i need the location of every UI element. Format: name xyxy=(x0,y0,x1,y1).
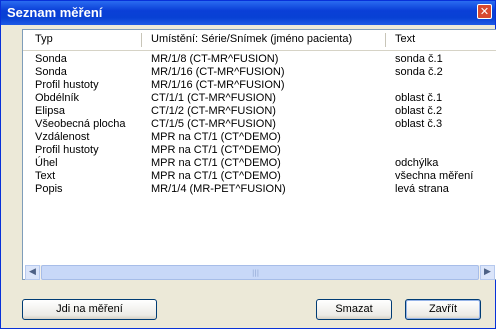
cell-type: Profil hustoty xyxy=(35,144,99,156)
cell-text: oblast č.2 xyxy=(395,105,443,117)
cell-type: Obdélník xyxy=(35,92,80,104)
cell-type: Popis xyxy=(35,183,63,195)
cell-type: Vzdálenost xyxy=(35,131,90,143)
arrow-left-icon[interactable]: ◀ xyxy=(25,265,40,280)
cell-location: MPR na CT/1 (CT^DEMO) xyxy=(151,157,281,169)
cell-text: oblast č.3 xyxy=(395,118,443,130)
go-to-measurement-button[interactable]: Jdi na měření xyxy=(22,299,157,320)
cell-location: CT/1/2 (CT-MR^FUSION) xyxy=(151,105,276,117)
cell-type: Všeobecná plocha xyxy=(35,118,126,130)
measurement-list-dialog: Seznam měření ✕ Typ Umístění: Série/Sním… xyxy=(0,0,496,329)
cell-location: MR/1/16 (CT-MR^FUSION) xyxy=(151,66,285,78)
table-row[interactable]: Text MPR na CT/1 (CT^DEMO) všechna měření xyxy=(23,170,496,182)
cell-text: odchýlka xyxy=(395,157,439,169)
table-row[interactable]: Obdélník CT/1/1 (CT-MR^FUSION) oblast č.1 xyxy=(23,92,496,104)
table-row[interactable]: Úhel MPR na CT/1 (CT^DEMO) odchýlka xyxy=(23,157,496,169)
table-row[interactable]: Sonda MR/1/8 (CT-MR^FUSION) sonda č.1 xyxy=(23,53,496,65)
window-title: Seznam měření xyxy=(7,5,103,20)
column-separator[interactable] xyxy=(141,33,142,47)
cell-type: Profil hustoty xyxy=(35,79,99,91)
grip-icon: ||| xyxy=(252,269,260,277)
delete-button[interactable]: Smazat xyxy=(316,299,392,320)
cell-location: MPR na CT/1 (CT^DEMO) xyxy=(151,170,281,182)
cell-text: sonda č.2 xyxy=(395,66,443,78)
cell-location: MR/1/8 (CT-MR^FUSION) xyxy=(151,53,279,65)
close-icon[interactable]: ✕ xyxy=(477,4,492,19)
measurement-list[interactable]: Typ Umístění: Série/Snímek (jméno pacien… xyxy=(22,29,496,280)
column-separator[interactable] xyxy=(385,33,386,47)
cell-type: Elipsa xyxy=(35,105,65,117)
cell-text: sonda č.1 xyxy=(395,53,443,65)
column-header-text[interactable]: Text xyxy=(395,33,415,45)
title-bar: Seznam měření ✕ xyxy=(1,1,495,25)
table-row[interactable]: Elipsa CT/1/2 (CT-MR^FUSION) oblast č.2 xyxy=(23,105,496,117)
cell-location: MR/1/4 (MR-PET^FUSION) xyxy=(151,183,286,195)
cell-location: CT/1/5 (CT-MR^FUSION) xyxy=(151,118,276,130)
table-row[interactable]: Sonda MR/1/16 (CT-MR^FUSION) sonda č.2 xyxy=(23,66,496,78)
table-row[interactable]: Profil hustoty MR/1/16 (CT-MR^FUSION) xyxy=(23,79,496,91)
cell-text: oblast č.1 xyxy=(395,92,443,104)
table-row[interactable]: Všeobecná plocha CT/1/5 (CT-MR^FUSION) obl… xyxy=(23,118,496,130)
arrow-right-icon[interactable]: ▶ xyxy=(480,265,495,280)
table-row[interactable]: Vzdálenost MPR na CT/1 (CT^DEMO) xyxy=(23,131,496,143)
cell-location: MPR na CT/1 (CT^DEMO) xyxy=(151,131,281,143)
cell-type: Sonda xyxy=(35,53,67,65)
cell-text: všechna měření xyxy=(395,170,474,182)
cell-location: MR/1/16 (CT-MR^FUSION) xyxy=(151,79,285,91)
column-header-typ[interactable]: Typ xyxy=(35,33,53,45)
horizontal-scrollbar[interactable]: ◀ ||| ▶ xyxy=(25,265,495,280)
list-header: Typ Umístění: Série/Snímek (jméno pacien… xyxy=(23,30,496,51)
cell-text: levá strana xyxy=(395,183,449,195)
cell-type: Text xyxy=(35,170,56,182)
cell-type: Úhel xyxy=(35,157,58,169)
table-row[interactable]: Profil hustoty MPR na CT/1 (CT^DEMO) xyxy=(23,144,496,156)
cell-location: MPR na CT/1 (CT^DEMO) xyxy=(151,144,281,156)
close-button[interactable]: Zavřít xyxy=(405,299,481,320)
column-header-location[interactable]: Umístění: Série/Snímek (jméno pacienta) xyxy=(151,33,352,45)
scrollbar-thumb[interactable]: ||| xyxy=(41,265,479,280)
table-row[interactable]: Popis MR/1/4 (MR-PET^FUSION) levá strana xyxy=(23,183,496,195)
cell-type: Sonda xyxy=(35,66,67,78)
cell-location: CT/1/1 (CT-MR^FUSION) xyxy=(151,92,276,104)
